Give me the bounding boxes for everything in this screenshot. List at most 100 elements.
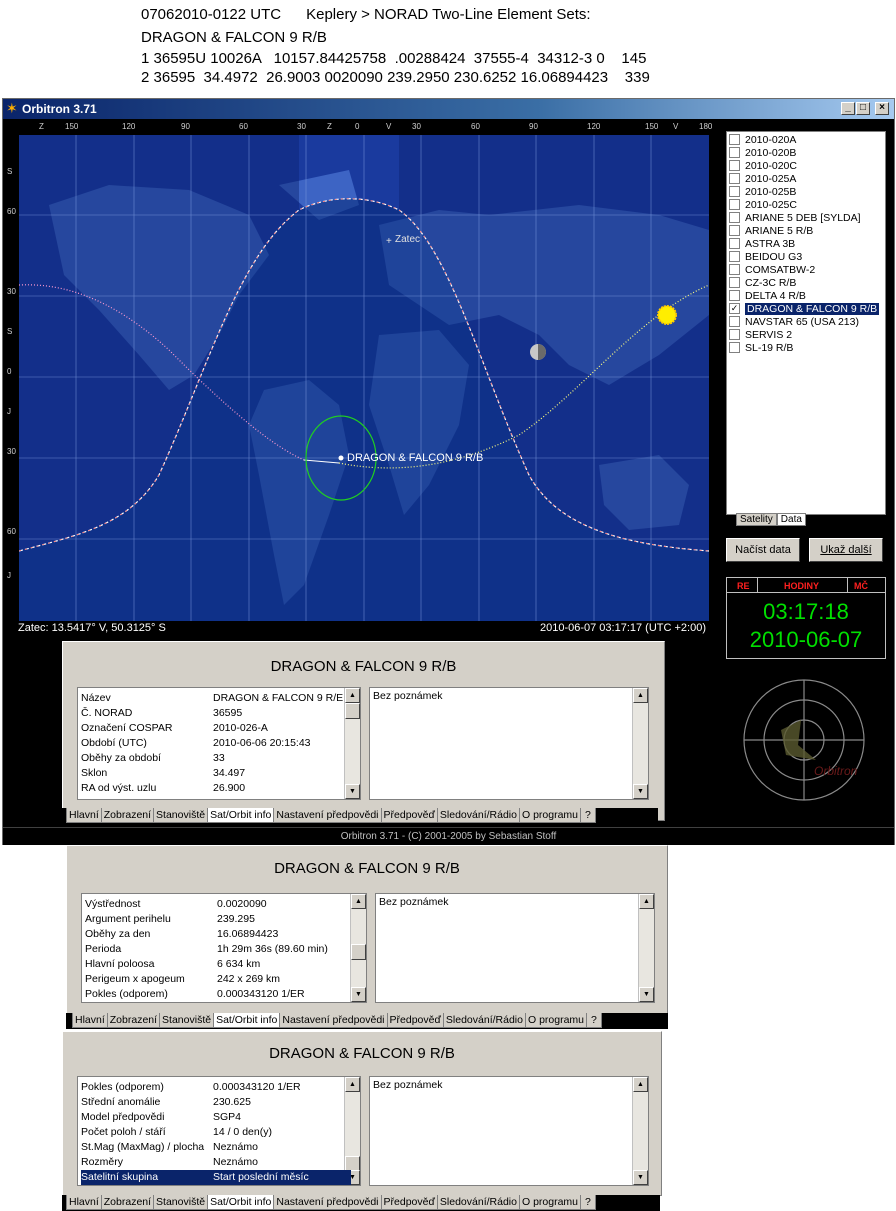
info-row[interactable]: Výstřednost 0.0020090 — [85, 897, 355, 912]
satellite-checkbox[interactable] — [729, 341, 740, 353]
notes-box[interactable]: Bez poznámek ▲ ▼ — [369, 1076, 649, 1186]
clock-re-label[interactable]: RE — [737, 581, 750, 591]
info-row[interactable]: Období (UTC) 2010-06-06 20:15:43 — [81, 736, 351, 751]
satellite-list-item[interactable]: 2010-020C — [729, 159, 797, 172]
tab-item[interactable]: Sledování/Rádio — [442, 1013, 526, 1028]
world-map[interactable]: + Zatec DRAGON & FALCON 9 R/B — [19, 135, 709, 621]
tab-item[interactable]: Stanoviště — [153, 808, 209, 823]
info-row[interactable]: RA od výst. uzlu 26.900 — [81, 781, 351, 796]
info-row[interactable]: Argument perihelu 239.295 — [85, 912, 355, 927]
sat-info-list[interactable]: ▲ ▼ Pokles (odporem) 0.000343120 1/ER Stře… — [77, 1076, 361, 1186]
satellite-checkbox[interactable] — [729, 315, 740, 327]
minimize-button[interactable]: _ — [841, 102, 855, 115]
satellite-checkbox[interactable] — [729, 185, 740, 197]
satellite-list-item[interactable]: SL-19 R/B — [729, 341, 793, 354]
info-row[interactable]: Hlavní poloosa 6 634 km — [85, 957, 355, 972]
satellite-list-item[interactable]: CZ-3C R/B — [729, 276, 796, 289]
satellite-list-item[interactable]: SERVIS 2 — [729, 328, 792, 341]
satellite-list-item[interactable]: DELTA 4 R/B — [729, 289, 806, 302]
tab-item[interactable]: Hlavní — [66, 808, 102, 823]
tab-item[interactable]: Hlavní — [72, 1013, 108, 1028]
notes-box[interactable]: Bez poznámek ▲ ▼ — [375, 893, 655, 1003]
tab-item[interactable]: O programu — [518, 808, 582, 823]
satellite-list-item[interactable]: ARIANE 5 R/B — [729, 224, 813, 237]
info-row[interactable]: Perigeum x apogeum 242 x 269 km — [85, 972, 355, 987]
tab-item[interactable]: ? — [580, 1195, 596, 1210]
info-row[interactable]: Model předpovědi SGP4 — [81, 1110, 351, 1125]
satellite-checkbox[interactable] — [729, 211, 740, 223]
satellite-list-item[interactable]: 2010-025B — [729, 185, 796, 198]
satellite-checkbox[interactable] — [729, 328, 740, 340]
tab-item[interactable]: Zobrazení — [106, 1013, 161, 1028]
satellite-checkbox[interactable] — [729, 159, 740, 171]
satellite-checkbox[interactable]: ✓ — [729, 302, 740, 314]
tab-item[interactable]: Zobrazení — [100, 808, 155, 823]
satellite-list-item[interactable]: ✓ DRAGON & FALCON 9 R/B — [729, 302, 880, 315]
satellite-list-item[interactable]: ARIANE 5 DEB [SYLDA] — [729, 211, 861, 224]
info-row[interactable]: Střední anomálie 230.625 — [81, 1095, 351, 1110]
satellite-checkbox[interactable] — [729, 172, 740, 184]
satellite-list-item[interactable]: 2010-020B — [729, 146, 796, 159]
sat-info-list[interactable]: ▲ ▼ Výstřednost 0.0020090 Argument perihel… — [81, 893, 367, 1003]
satellite-checkbox[interactable] — [729, 237, 740, 249]
tab-data[interactable]: Data — [776, 513, 806, 526]
clock-mc-label[interactable]: MČ — [854, 581, 868, 591]
satellite-list-item[interactable]: 2010-025A — [729, 172, 796, 185]
tab-item[interactable]: Sledování/Rádio — [436, 1195, 520, 1210]
info-row[interactable]: Oběhy za den 16.06894423 — [85, 927, 355, 942]
tab-satellites[interactable]: Satelity — [736, 513, 777, 526]
load-data-button[interactable]: Načíst data — [726, 538, 800, 562]
satellite-list-item[interactable]: BEIDOU G3 — [729, 250, 802, 263]
tab-item[interactable]: Předpověď — [380, 808, 438, 823]
satellite-checkbox[interactable] — [729, 263, 740, 275]
satellite-list-item[interactable]: 2010-020A — [729, 133, 796, 146]
tab-item[interactable]: Sat/Orbit info — [207, 1195, 275, 1210]
satellite-list-item[interactable]: COMSATBW-2 — [729, 263, 815, 276]
satellite-checkbox[interactable] — [729, 289, 740, 301]
info-row[interactable]: Název DRAGON & FALCON 9 R/E — [81, 691, 351, 706]
tab-item[interactable]: O programu — [524, 1013, 588, 1028]
satellite-checkbox[interactable] — [729, 146, 740, 158]
tab-item[interactable]: Stanoviště — [159, 1013, 215, 1028]
tab-item[interactable]: Sledování/Rádio — [436, 808, 520, 823]
tab-item[interactable]: Sat/Orbit info — [207, 808, 275, 823]
show-more-button[interactable]: Ukaž další — [809, 538, 883, 562]
info-row[interactable]: Satelitní skupina Start poslední měsíc — [81, 1170, 351, 1185]
satellite-checkbox[interactable] — [729, 276, 740, 288]
satellite-list[interactable]: 2010-020A 2010-020B 2010-020C 2010-025A 2010… — [726, 131, 886, 515]
tab-item[interactable]: ? — [586, 1013, 602, 1028]
satellite-list-item[interactable]: ASTRA 3B — [729, 237, 795, 250]
satellite-checkbox[interactable] — [729, 250, 740, 262]
clock-hours-label[interactable]: HODINY — [784, 581, 819, 591]
tab-item[interactable]: Nastavení předpovědi — [279, 1013, 388, 1028]
info-row[interactable]: Označení COSPAR 2010-026-A — [81, 721, 351, 736]
info-row[interactable]: Počet poloh / stáří 14 / 0 den(y) — [81, 1125, 351, 1140]
close-button[interactable]: × — [875, 102, 889, 115]
tab-item[interactable]: Nastavení předpovědi — [273, 808, 382, 823]
satellite-list-item[interactable]: 2010-025C — [729, 198, 797, 211]
info-row[interactable]: Sklon 34.497 — [81, 766, 351, 781]
tab-item[interactable]: Nastavení předpovědi — [273, 1195, 382, 1210]
maximize-button[interactable]: □ — [856, 102, 870, 115]
title-bar[interactable]: ✶ Orbitron 3.71 _ □ × — [3, 99, 894, 119]
tab-item[interactable]: Stanoviště — [153, 1195, 209, 1210]
tab-item[interactable]: Předpověď — [386, 1013, 444, 1028]
info-row[interactable]: St.Mag (MaxMag) / plocha Neznámo — [81, 1140, 351, 1155]
tab-item[interactable]: Zobrazení — [100, 1195, 155, 1210]
tab-item[interactable]: Předpověď — [380, 1195, 438, 1210]
info-row[interactable]: Pokles (odporem) 0.000343120 1/ER — [85, 987, 355, 1002]
info-row[interactable]: Pokles (odporem) 0.000343120 1/ER — [81, 1080, 351, 1095]
info-row[interactable]: Rozměry Neznámo — [81, 1155, 351, 1170]
satellite-checkbox[interactable] — [729, 198, 740, 210]
info-row[interactable]: Oběhy za období 33 — [81, 751, 351, 766]
notes-box[interactable]: Bez poznámek ▲ ▼ — [369, 687, 649, 800]
satellite-list-item[interactable]: NAVSTAR 65 (USA 213) — [729, 315, 859, 328]
info-row[interactable]: Č. NORAD 36595 — [81, 706, 351, 721]
info-row[interactable]: Perioda 1h 29m 36s (89.60 min) — [85, 942, 355, 957]
tab-item[interactable]: ? — [580, 808, 596, 823]
sat-info-list[interactable]: ▲ ▼ Název DRAGON & FALCON 9 R/E Č. NORAD 36… — [77, 687, 361, 800]
tab-item[interactable]: O programu — [518, 1195, 582, 1210]
tab-item[interactable]: Sat/Orbit info — [213, 1013, 281, 1028]
satellite-checkbox[interactable] — [729, 224, 740, 236]
tab-item[interactable]: Hlavní — [66, 1195, 102, 1210]
